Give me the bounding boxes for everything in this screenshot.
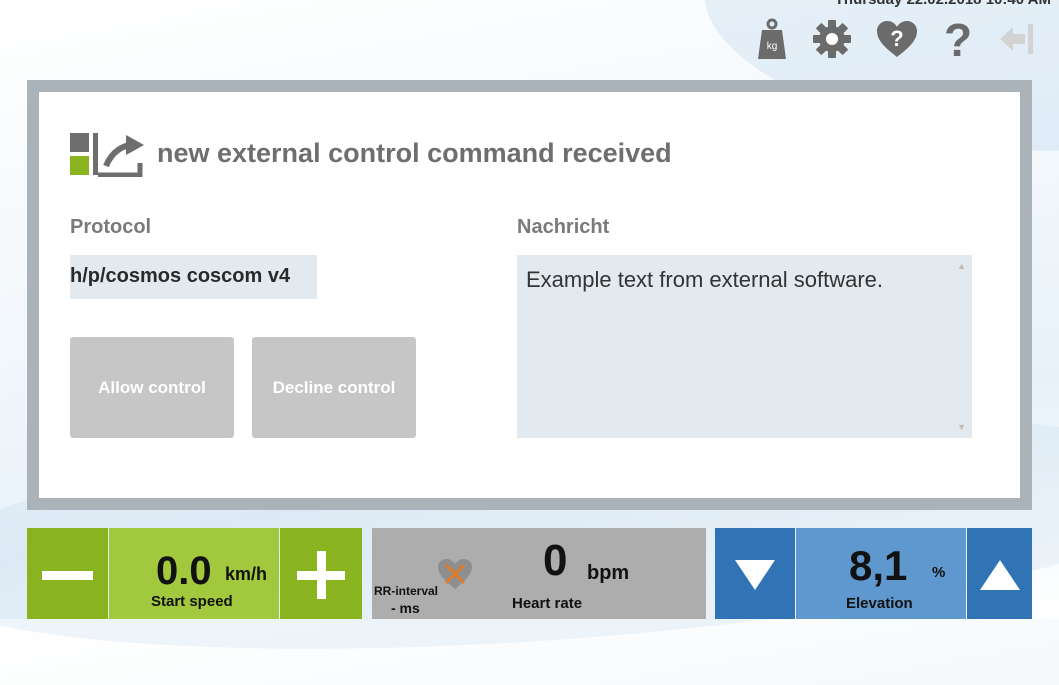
protocol-label: Protocol — [70, 216, 152, 238]
external-control-icon — [70, 133, 145, 182]
speed-display: 0.0 km/h Start speed — [109, 528, 279, 619]
speed-caption: Start speed — [151, 593, 233, 610]
allow-control-button[interactable]: Allow control — [70, 337, 234, 438]
external-control-dialog: new external control command received Pr… — [39, 92, 1020, 498]
elevation-unit: % — [932, 564, 946, 581]
logout-arrow-icon — [1000, 24, 1033, 54]
elevation-increase-button[interactable] — [967, 528, 1032, 619]
svg-text:?: ? — [944, 18, 972, 60]
speed-decrease-button[interactable] — [27, 528, 108, 619]
question-icon: ? — [944, 18, 972, 60]
heart-rate-value: 0 — [543, 536, 568, 585]
rr-interval-label: RR-interval — [374, 584, 439, 598]
weight-icon: kg — [758, 18, 786, 59]
heart-rate-caption: Heart rate — [512, 595, 583, 612]
triangle-down-icon — [735, 560, 775, 590]
protocol-value-text: h/p/cosmos coscom v4 — [70, 265, 291, 287]
settings-button[interactable] — [799, 10, 865, 68]
plus-icon-vertical — [317, 551, 326, 599]
weight-button[interactable]: kg — [745, 10, 799, 68]
message-label: Nachricht — [517, 216, 610, 238]
heart-help-button[interactable]: ? — [865, 10, 929, 68]
help-button[interactable]: ? — [929, 10, 987, 68]
triangle-up-icon — [980, 560, 1020, 590]
elevation-caption: Elevation — [846, 595, 913, 612]
heart-rate-unit: bpm — [587, 562, 630, 584]
weight-badge: kg — [767, 41, 778, 52]
speed-increase-button[interactable] — [280, 528, 362, 619]
heart-rate-display: RR-interval - ms 0 bpm Heart rate — [372, 528, 706, 619]
minus-icon — [42, 571, 93, 580]
message-textarea[interactable]: Example text from external software. ▲ ▼ — [517, 255, 972, 438]
protocol-value: h/p/cosmos coscom v4 — [70, 255, 317, 299]
datetime-display: Thursday 22.02.2018 10:40 AM — [835, 0, 1051, 8]
bottom-control-bar: 0.0 km/h Start speed RR-interval - ms 0 … — [27, 528, 1032, 619]
dialog-title: new external control command received — [157, 138, 672, 168]
heart-disconnected-icon — [438, 559, 472, 589]
top-toolbar: kg ? ? — [745, 10, 1045, 68]
elevation-display: 8,1 % Elevation — [796, 528, 966, 619]
scroll-down-arrow-icon[interactable]: ▼ — [957, 422, 966, 432]
logout-button[interactable] — [987, 10, 1045, 68]
gear-icon — [813, 20, 851, 58]
elevation-value: 8,1 — [849, 542, 908, 589]
message-text: Example text from external software. — [526, 267, 884, 292]
svg-text:?: ? — [890, 26, 903, 51]
decline-control-button[interactable]: Decline control — [252, 337, 416, 438]
dialog-frame: new external control command received Pr… — [27, 80, 1032, 510]
heart-question-icon: ? — [877, 21, 917, 57]
speed-value: 0.0 — [156, 549, 212, 593]
speed-unit: km/h — [225, 564, 268, 584]
rr-interval-value: - ms — [391, 600, 420, 616]
elevation-decrease-button[interactable] — [715, 528, 795, 619]
scroll-up-arrow-icon[interactable]: ▲ — [957, 261, 966, 271]
